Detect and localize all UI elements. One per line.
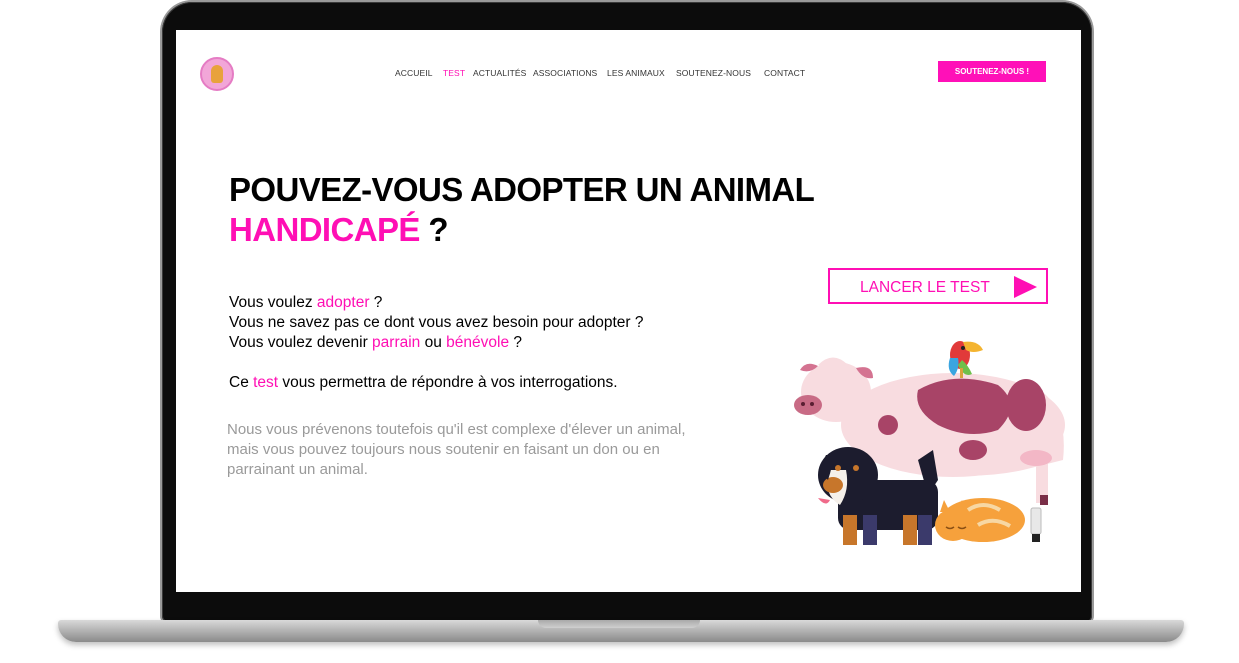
nav-item-actualites[interactable]: ACTUALITÉS — [473, 68, 526, 78]
intro-line-1: Vous voulez adopter ? — [229, 293, 643, 313]
intro-line-1-text: Vous voulez — [229, 294, 317, 311]
milk-bottle-illustration — [1030, 507, 1042, 542]
benevole-link[interactable]: bénévole — [446, 334, 509, 351]
laptop-notch — [538, 620, 700, 628]
cat-illustration — [935, 498, 1025, 542]
intro-line-3: Vous voulez devenir parrain ou bénévole … — [229, 333, 643, 353]
parrain-link[interactable]: parrain — [372, 334, 420, 351]
intro-text: Vous voulez adopter ? Vous ne savez pas … — [229, 293, 643, 353]
test-intro-line: Ce test vous permettra de répondre à vos… — [229, 373, 618, 393]
intro-line-3-text: Vous voulez devenir — [229, 334, 373, 351]
nav-item-contact[interactable]: CONTACT — [764, 68, 805, 78]
title-highlight: HANDICAPÉ — [229, 211, 420, 248]
title-question-mark: ? — [419, 211, 448, 248]
intro-line-2: Vous ne savez pas ce dont vous avez beso… — [229, 314, 644, 331]
start-test-label: LANCER LE TEST — [860, 279, 990, 296]
test-line-start: Ce — [229, 374, 254, 391]
adopter-link[interactable]: adopter — [317, 294, 370, 311]
support-us-button[interactable]: SOUTENEZ-NOUS ! — [938, 61, 1046, 82]
disclaimer-text: Nous vous prévenons toutefois qu'il est … — [227, 421, 686, 478]
animals-illustration — [794, 341, 1065, 545]
title-line-1: POUVEZ-VOUS ADOPTER UN ANIMAL — [229, 171, 815, 208]
intro-line-3-end: ? — [509, 334, 523, 351]
test-link[interactable]: test — [253, 374, 278, 391]
nav-item-soutenez-nous[interactable]: SOUTENEZ-NOUS — [676, 68, 751, 78]
nav-item-accueil[interactable]: ACCUEIL — [395, 68, 433, 78]
laptop-screen: ACCUEIL TEST ACTUALITÉS ASSOCIATIONS LES… — [176, 30, 1081, 592]
parrot-illustration — [948, 341, 983, 378]
test-line-end: vous permettra de répondre à vos interro… — [278, 374, 618, 391]
page-title: POUVEZ-VOUS ADOPTER UN ANIMAL HANDICAPÉ … — [229, 170, 815, 250]
intro-line-3-mid: ou — [420, 334, 447, 351]
nav-item-test[interactable]: TEST — [443, 68, 465, 78]
play-triangle-icon — [1014, 276, 1037, 298]
start-test-button[interactable]: LANCER LE TEST — [828, 268, 1048, 304]
nav-item-associations[interactable]: ASSOCIATIONS — [533, 68, 597, 78]
intro-line-1-end: ? — [369, 294, 383, 311]
nav-item-les-animaux[interactable]: LES ANIMAUX — [607, 68, 665, 78]
